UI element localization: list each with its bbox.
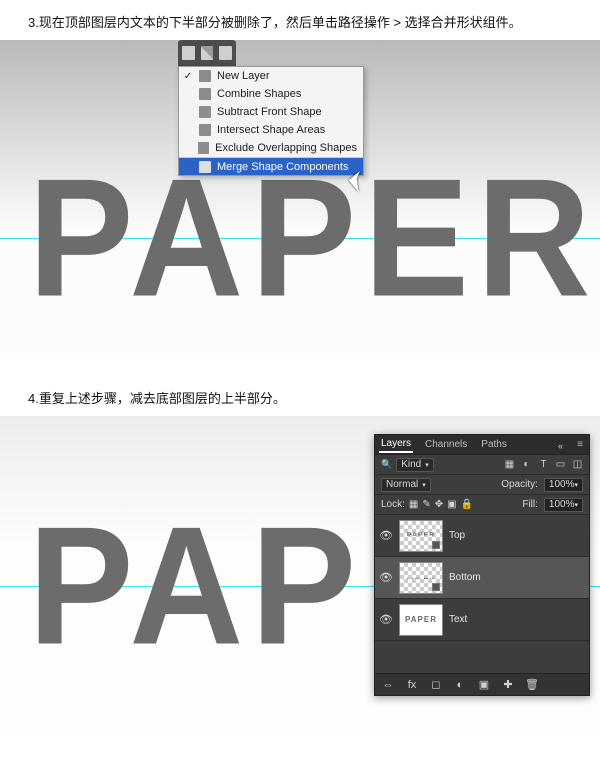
thumb-text: PAPER (407, 574, 436, 581)
thumb-text: PAPER (405, 615, 437, 624)
lock-artboard-icon[interactable]: ▣ (447, 499, 456, 510)
combine-icon (199, 88, 211, 100)
visibility-icon[interactable]: 👁 (379, 613, 393, 626)
step-3-text: 3.现在顶部图层内文本的下半部分被删除了，然后单击路径操作 > 选择合并形状组件… (0, 0, 600, 40)
panel-footer: ⇔ fx ◻ ◐ ▣ ✚ 🗑 (375, 673, 589, 695)
lock-label: Lock: (381, 499, 405, 510)
menu-label: New Layer (217, 70, 270, 82)
path-ops-menu: ✓ New Layer Combine Shapes Subtract Fron… (178, 66, 364, 176)
lock-all-icon[interactable]: 🔒 (461, 499, 473, 510)
link-icon[interactable]: ⇔ (381, 678, 395, 692)
menu-item-combine[interactable]: Combine Shapes (179, 85, 363, 103)
filter-smart-icon[interactable]: ◫ (572, 459, 583, 470)
menu-label: Subtract Front Shape (217, 106, 322, 118)
kind-dropdown[interactable]: Kind ▾ (396, 458, 434, 472)
chevron-down-icon: ▾ (425, 461, 429, 469)
layers-list: 👁 PAPER Top 👁 PAPER Bottom 👁 PAPER (375, 515, 589, 673)
menu-item-new-layer[interactable]: ✓ New Layer (179, 67, 363, 85)
search-icon: 🔍 (381, 459, 392, 470)
layer-row[interactable]: 👁 PAPER Bottom (375, 557, 589, 599)
menu-label: Exclude Overlapping Shapes (215, 142, 357, 154)
fill-input[interactable]: 100% ▾ (544, 498, 583, 512)
filter-type-icon[interactable]: T (538, 459, 549, 470)
adjust-icon[interactable]: ◐ (453, 678, 467, 692)
path-ops-toolbar[interactable] (178, 40, 236, 66)
panel-tabs: Layers Channels Paths « ≡ (375, 435, 589, 455)
check-icon: ✓ (183, 71, 193, 82)
fill-label: Fill: (522, 499, 538, 510)
new-layer-icon[interactable]: ✚ (501, 678, 515, 692)
mask-icon[interactable]: ◻ (429, 678, 443, 692)
tab-layers[interactable]: Layers (379, 436, 413, 453)
lock-row: Lock: ▦ ✎ ✥ ▣ 🔒 Fill: 100% ▾ (375, 495, 589, 515)
layer-thumb[interactable]: PAPER (399, 562, 443, 594)
exclude-icon (198, 142, 209, 154)
visibility-icon[interactable]: 👁 (379, 529, 393, 542)
filter-shape-icon[interactable]: ▭ (555, 459, 566, 470)
panel-menu-icon[interactable]: ≡ (577, 439, 583, 450)
subtract-icon (199, 106, 211, 118)
kind-label: Kind (401, 459, 421, 470)
menu-item-merge[interactable]: Merge Shape Components (179, 157, 363, 175)
opacity-label: Opacity: (501, 479, 538, 490)
tab-paths[interactable]: Paths (479, 437, 509, 452)
path-mode-icon[interactable] (182, 46, 195, 60)
menu-item-exclude[interactable]: Exclude Overlapping Shapes (179, 139, 363, 157)
trash-icon[interactable]: 🗑 (525, 678, 539, 692)
thumb-badge-icon (432, 541, 440, 549)
group-icon[interactable]: ▣ (477, 678, 491, 692)
menu-item-intersect[interactable]: Intersect Shape Areas (179, 121, 363, 139)
opacity-input[interactable]: 100% ▾ (544, 478, 583, 492)
fx-icon[interactable]: fx (405, 678, 419, 692)
lock-move-icon[interactable]: ✥ (435, 499, 443, 510)
fill-value: 100% (549, 499, 575, 510)
layer-name[interactable]: Bottom (449, 572, 481, 583)
align-icon[interactable] (201, 46, 214, 60)
menu-label: Combine Shapes (217, 88, 301, 100)
filter-row: 🔍 Kind ▾ ▦ ◐ T ▭ ◫ (375, 455, 589, 475)
opacity-value: 100% (549, 479, 575, 490)
thumb-badge-icon (432, 583, 440, 591)
thumb-text: PAPER (407, 532, 436, 539)
arrange-icon[interactable] (219, 46, 232, 60)
menu-label: Intersect Shape Areas (217, 124, 325, 136)
chevron-down-icon: ▾ (574, 481, 578, 489)
menu-item-subtract[interactable]: Subtract Front Shape (179, 103, 363, 121)
intersect-icon (199, 124, 211, 136)
tab-channels[interactable]: Channels (423, 437, 469, 452)
visibility-icon[interactable]: 👁 (379, 571, 393, 584)
layers-panel: Layers Channels Paths « ≡ 🔍 Kind ▾ ▦ ◐ T… (374, 434, 590, 696)
figure-2: PAPER Layers Channels Paths « ≡ 🔍 Kind ▾… (0, 416, 600, 734)
layer-row[interactable]: 👁 PAPER Text (375, 599, 589, 641)
lock-brush-icon[interactable]: ✎ (422, 499, 430, 510)
chevron-down-icon: ▾ (422, 481, 426, 489)
lock-image-icon[interactable]: ▦ (409, 499, 418, 510)
merge-icon (199, 161, 211, 173)
filter-image-icon[interactable]: ▦ (504, 459, 515, 470)
layer-name[interactable]: Text (449, 614, 467, 625)
chevron-down-icon: ▾ (574, 501, 578, 509)
layer-thumb[interactable]: PAPER (399, 520, 443, 552)
menu-label: Merge Shape Components (217, 161, 348, 173)
blend-mode-dropdown[interactable]: Normal ▾ (381, 478, 431, 492)
blend-row: Normal ▾ Opacity: 100% ▾ (375, 475, 589, 495)
layer-row[interactable]: 👁 PAPER Top (375, 515, 589, 557)
step-4-text: 4.重复上述步骤，减去底部图层的上半部分。 (0, 358, 600, 416)
figure-1: PAPER ✓ New Layer Combine Shapes Subtrac… (0, 40, 600, 358)
layer-name[interactable]: Top (449, 530, 465, 541)
collapse-icon[interactable]: « (558, 441, 563, 451)
layer-thumb[interactable]: PAPER (399, 604, 443, 636)
new-layer-icon (199, 70, 211, 82)
filter-adjust-icon[interactable]: ◐ (521, 459, 532, 470)
blend-mode-value: Normal (386, 479, 418, 490)
